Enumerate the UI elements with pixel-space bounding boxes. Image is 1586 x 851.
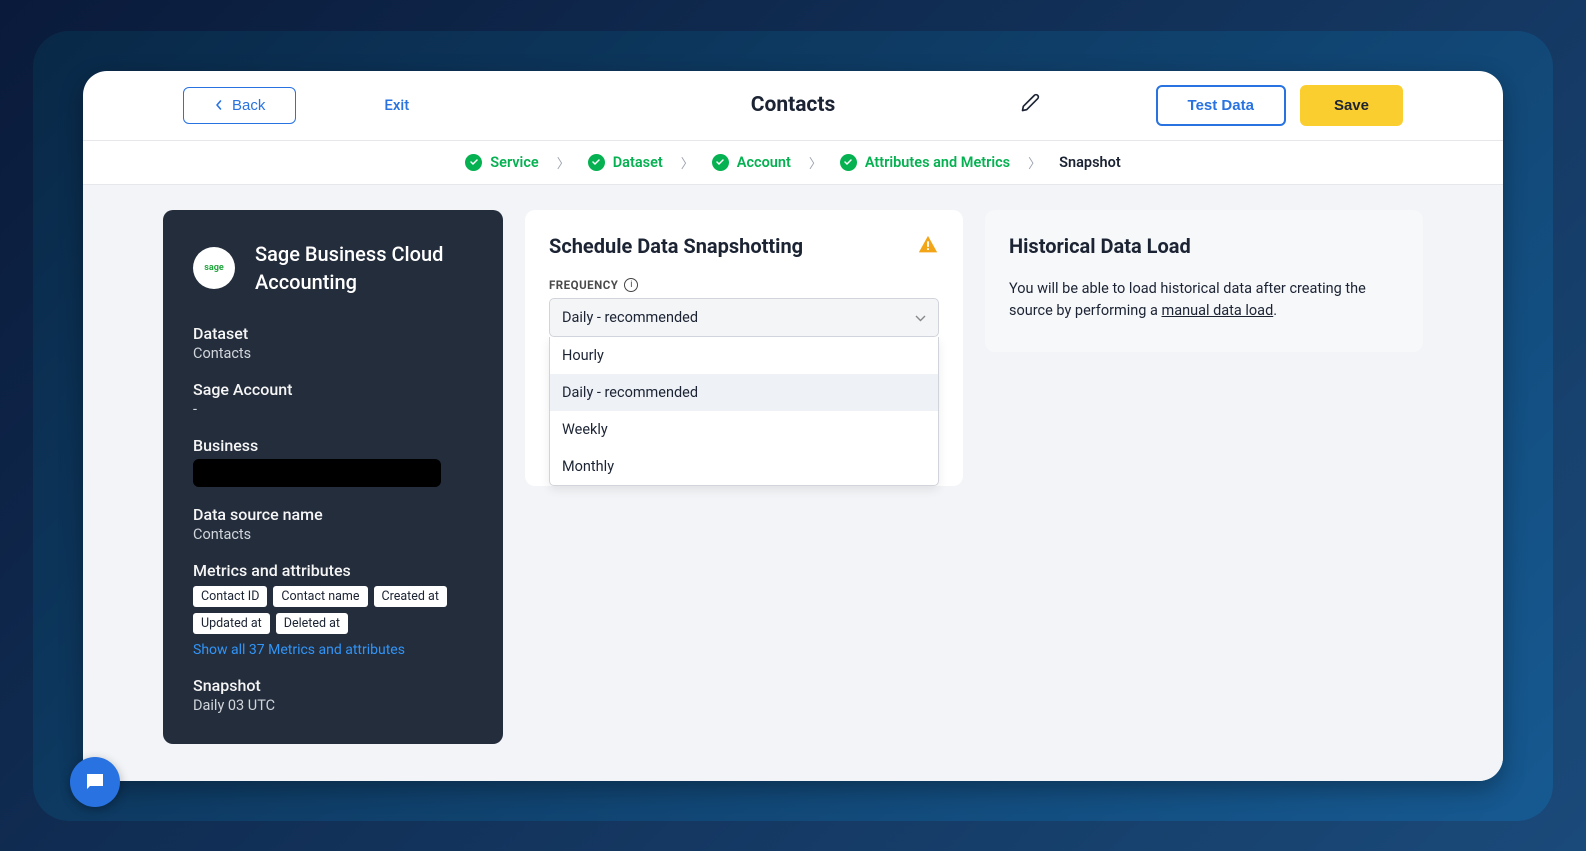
info-icon[interactable]: i xyxy=(624,278,638,292)
frequency-select-value: Daily - recommended xyxy=(562,309,698,326)
chevron-right-icon: 〉 xyxy=(681,153,694,172)
chevron-right-icon: 〉 xyxy=(809,153,822,172)
warning-icon xyxy=(917,234,939,256)
dropdown-option-daily[interactable]: Daily - recommended xyxy=(550,374,938,411)
manual-data-load-link[interactable]: manual data load xyxy=(1161,302,1273,319)
page-title: Contacts xyxy=(751,93,836,117)
schedule-card: Schedule Data Snapshotting FREQUENCY i D… xyxy=(525,210,963,486)
crumb-snapshot[interactable]: Snapshot xyxy=(1059,154,1121,171)
back-button-label: Back xyxy=(232,97,265,114)
frequency-label: FREQUENCY xyxy=(549,278,618,292)
check-icon xyxy=(588,154,605,171)
account-value: - xyxy=(193,401,473,418)
historical-card-title: Historical Data Load xyxy=(1009,234,1399,258)
sidebar-summary-card: sage Sage Business Cloud Accounting Data… xyxy=(163,210,503,744)
show-all-link[interactable]: Show all 37 Metrics and attributes xyxy=(193,642,473,658)
chevron-right-icon: 〉 xyxy=(1028,153,1041,172)
historical-card: Historical Data Load You will be able to… xyxy=(985,210,1423,353)
snapshot-label: Snapshot xyxy=(193,676,473,695)
tag: Contact name xyxy=(273,586,367,607)
dropdown-option-weekly[interactable]: Weekly xyxy=(550,411,938,448)
chevron-down-icon xyxy=(915,309,926,326)
integration-logo: sage xyxy=(193,247,235,289)
test-data-button[interactable]: Test Data xyxy=(1156,85,1286,126)
save-button[interactable]: Save xyxy=(1300,85,1403,126)
crumb-attributes[interactable]: Attributes and Metrics xyxy=(840,154,1010,171)
edit-icon[interactable] xyxy=(1020,93,1040,117)
metrics-tags: Contact ID Contact name Created at Updat… xyxy=(193,586,473,634)
business-value-redacted xyxy=(193,459,441,487)
source-name-label: Data source name xyxy=(193,505,473,524)
check-icon xyxy=(465,154,482,171)
frequency-dropdown: Hourly Daily - recommended Weekly Monthl… xyxy=(549,337,939,486)
exit-link[interactable]: Exit xyxy=(384,96,409,114)
chevron-left-icon xyxy=(214,97,224,114)
metrics-label: Metrics and attributes xyxy=(193,561,473,580)
integration-name: Sage Business Cloud Accounting xyxy=(255,240,473,296)
snapshot-value: Daily 03 UTC xyxy=(193,697,473,714)
chat-widget[interactable] xyxy=(70,757,120,807)
business-label: Business xyxy=(193,436,473,455)
header-bar: Back Exit Contacts Test Data Save xyxy=(83,71,1503,141)
dropdown-option-hourly[interactable]: Hourly xyxy=(550,337,938,374)
crumb-account[interactable]: Account xyxy=(712,154,791,171)
tag: Created at xyxy=(374,586,447,607)
crumb-dataset[interactable]: Dataset xyxy=(588,154,663,171)
chevron-right-icon: 〉 xyxy=(557,153,570,172)
back-button[interactable]: Back xyxy=(183,87,296,124)
check-icon xyxy=(712,154,729,171)
breadcrumb: Service 〉 Dataset 〉 Account 〉 Attributes… xyxy=(83,141,1503,185)
tag: Updated at xyxy=(193,613,270,634)
check-icon xyxy=(840,154,857,171)
tag: Deleted at xyxy=(276,613,348,634)
dropdown-option-monthly[interactable]: Monthly xyxy=(550,448,938,485)
historical-text: You will be able to load historical data… xyxy=(1009,278,1399,323)
content-area: sage Sage Business Cloud Accounting Data… xyxy=(83,185,1503,781)
app-window: Back Exit Contacts Test Data Save Servic… xyxy=(83,71,1503,781)
source-name-value: Contacts xyxy=(193,526,473,543)
dataset-value: Contacts xyxy=(193,345,473,362)
frequency-select[interactable]: Daily - recommended xyxy=(549,298,939,337)
dataset-label: Dataset xyxy=(193,324,473,343)
schedule-card-title: Schedule Data Snapshotting xyxy=(549,234,939,258)
tag: Contact ID xyxy=(193,586,267,607)
account-label: Sage Account xyxy=(193,380,473,399)
crumb-service[interactable]: Service xyxy=(465,154,538,171)
